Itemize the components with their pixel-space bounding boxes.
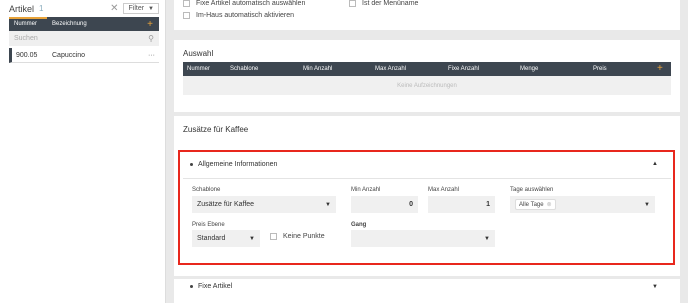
section-header-fixed-articles[interactable]: Fixe Artikel xyxy=(190,283,232,290)
article-panel: Artikel 1 ✕ Filter ▼ Nummer Bezeichnung … xyxy=(0,0,166,303)
checkbox-box[interactable] xyxy=(183,12,190,19)
active-tab-indicator xyxy=(9,17,47,19)
template-select[interactable]: Zusätze für Kaffee ▼ xyxy=(192,196,336,213)
divider xyxy=(183,178,671,179)
course-select[interactable]: ▼ xyxy=(351,230,495,247)
min-quantity-field[interactable]: 0 xyxy=(351,196,418,213)
remove-chip-icon[interactable]: ⊗ xyxy=(547,201,552,208)
chevron-down-icon: ▼ xyxy=(484,235,490,242)
add-selection-icon[interactable]: + xyxy=(657,63,663,74)
template-value: Zusätze für Kaffee xyxy=(197,201,255,208)
column-header-quantity[interactable]: Menge xyxy=(520,66,538,72)
column-header-max[interactable]: Max Anzahl xyxy=(375,66,406,72)
article-search-input[interactable]: Suchen ⚲ xyxy=(9,31,159,46)
price-level-value: Standard xyxy=(197,235,226,242)
column-header-number[interactable]: Nummer xyxy=(187,66,210,72)
row-number: 900.05 xyxy=(16,51,38,59)
max-label: Max Anzahl xyxy=(428,187,460,193)
auswahl-title: Auswahl xyxy=(183,49,214,58)
empty-state: Keine Aufzeichnungen xyxy=(183,76,671,95)
column-header-number[interactable]: Nummer xyxy=(9,21,52,27)
filter-dropdown[interactable]: Filter ▼ xyxy=(123,3,159,14)
no-points-label: Keine Punkte xyxy=(283,233,325,240)
bullet-icon xyxy=(190,163,193,166)
min-value: 0 xyxy=(409,201,413,208)
no-points-checkbox[interactable]: Keine Punkte xyxy=(270,233,325,240)
inhouse-checkbox[interactable]: Im-Haus automatisch aktivieren xyxy=(183,12,294,19)
add-article-icon[interactable]: + xyxy=(147,19,159,30)
chevron-down-icon: ▼ xyxy=(644,201,650,208)
fixed-articles-card xyxy=(174,279,680,303)
article-table-header: Nummer Bezeichnung + xyxy=(9,17,159,31)
max-value: 1 xyxy=(486,201,490,208)
expand-icon[interactable]: ▼ xyxy=(652,284,658,290)
day-chip[interactable]: Alle Tage ⊗ xyxy=(515,199,556,210)
course-label: Gang xyxy=(351,222,367,228)
row-name: Capuccino xyxy=(52,51,86,59)
section-header-general[interactable]: Allgemeine Informationen xyxy=(190,161,277,168)
column-header-min[interactable]: Min Anzahl xyxy=(303,66,332,72)
days-select[interactable]: Alle Tage ⊗ ▼ xyxy=(510,196,655,213)
auswahl-table-header: Nummer Schablone Min Anzahl Max Anzahl F… xyxy=(183,62,671,76)
article-count-badge: 1 xyxy=(39,4,44,13)
filter-label: Filter xyxy=(128,5,145,12)
price-level-select[interactable]: Standard ▼ xyxy=(192,230,260,247)
max-quantity-field[interactable]: 1 xyxy=(428,196,495,213)
auto-select-label: Fixe Artikel automatisch auswählen xyxy=(196,0,306,7)
zusaetze-title: Zusätze für Kaffee xyxy=(183,125,249,134)
collapse-icon[interactable]: ▲ xyxy=(652,161,658,167)
min-label: Min Anzahl xyxy=(351,187,381,193)
column-header-template[interactable]: Schablone xyxy=(230,66,258,72)
column-header-name[interactable]: Bezeichnung xyxy=(52,21,147,27)
template-label: Schablone xyxy=(192,187,221,193)
search-placeholder: Suchen xyxy=(14,35,38,42)
section-title-fixed-articles: Fixe Artikel xyxy=(198,283,233,290)
more-options-icon[interactable]: ··· xyxy=(148,52,159,59)
bullet-icon xyxy=(190,285,193,288)
section-title-general: Allgemeine Informationen xyxy=(198,161,278,168)
chevron-down-icon: ▼ xyxy=(148,5,154,12)
chevron-down-icon: ▼ xyxy=(325,201,331,208)
checkbox-box[interactable] xyxy=(183,0,190,7)
checkbox-box[interactable] xyxy=(349,0,356,7)
chevron-down-icon: ▼ xyxy=(249,235,255,242)
menu-name-label: Ist der Menüname xyxy=(362,0,419,7)
price-level-label: Preis Ebene xyxy=(192,222,225,228)
menu-name-checkbox[interactable]: Ist der Menüname xyxy=(349,0,418,7)
inhouse-label: Im-Haus automatisch aktivieren xyxy=(196,12,295,19)
column-header-price[interactable]: Preis xyxy=(593,66,607,72)
column-header-fixed[interactable]: Fixe Anzahl xyxy=(448,66,479,72)
checkbox-box[interactable] xyxy=(270,233,277,240)
table-row[interactable]: 900.05 Capuccino ··· xyxy=(9,48,159,63)
clear-filter-icon[interactable]: ✕ xyxy=(110,3,118,14)
article-panel-header: Artikel 1 ✕ Filter ▼ xyxy=(0,0,165,17)
days-label: Tage auswählen xyxy=(510,187,554,193)
search-icon[interactable]: ⚲ xyxy=(148,34,154,43)
article-panel-title: Artikel xyxy=(9,3,35,14)
auto-select-checkbox[interactable]: Fixe Artikel automatisch auswählen xyxy=(183,0,305,7)
day-chip-label: Alle Tage xyxy=(519,201,544,208)
